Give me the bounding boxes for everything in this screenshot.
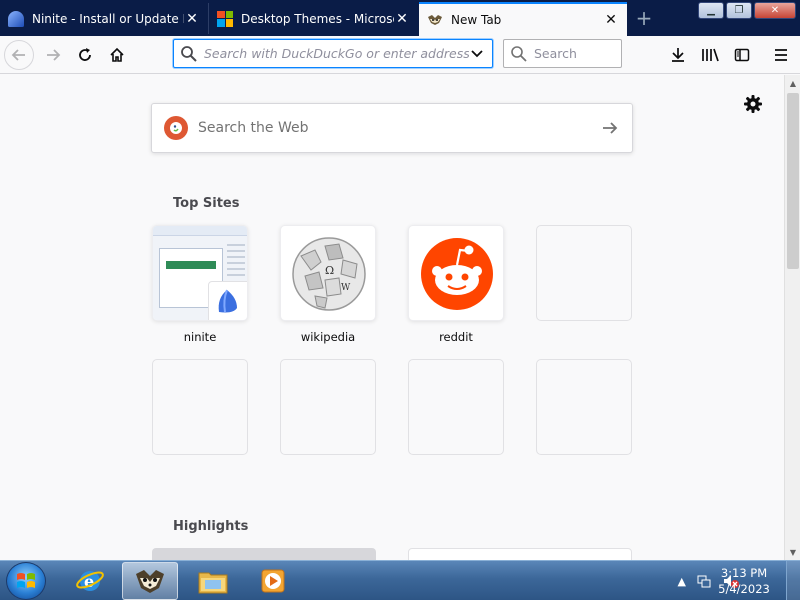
ninite-icon [208,281,247,320]
show-hidden-icons-icon[interactable]: ▲ [678,575,686,588]
gear-icon[interactable] [742,93,764,115]
search-bar[interactable] [503,39,622,68]
top-sites-heading: Top Sites [173,196,240,211]
minimize-button[interactable]: ▁ [698,2,724,19]
windows-logo-icon [17,573,35,588]
taskbar-windows-explorer[interactable] [185,562,241,600]
tab-title: Desktop Themes - Microsoft [241,11,394,26]
back-button[interactable] [4,40,34,70]
home-button[interactable] [102,40,132,70]
chevron-down-icon[interactable] [469,49,486,58]
tab-new-tab[interactable]: New Tab ✕ [419,2,627,36]
window-controls: ▁ ❐ ✕ [698,2,796,19]
duckduckgo-logo-icon [164,116,188,140]
taskbar-media-player[interactable] [245,562,301,600]
scroll-down-arrow-icon[interactable]: ▼ [785,544,800,560]
reload-icon [79,48,91,61]
top-site-tile-wikipedia[interactable]: Ω W [280,225,376,321]
highlight-card[interactable] [408,548,632,560]
top-site-label: reddit [439,330,473,344]
wikipedia-globe-icon: Ω W [292,237,366,311]
scrollbar-thumb[interactable] [787,93,799,269]
windows-explorer-icon [198,572,228,594]
top-site-tile-ninite[interactable] [152,225,248,321]
start-button[interactable] [6,562,46,600]
empty-top-site-slot[interactable] [152,359,248,455]
close-icon[interactable]: ✕ [603,12,619,28]
highlights-heading: Highlights [173,519,249,534]
forward-button[interactable] [38,40,68,70]
download-icon [672,48,684,62]
tab-title: New Tab [451,13,502,27]
svg-text:W: W [341,283,351,293]
downloads-button[interactable] [663,40,693,70]
empty-top-site-slot[interactable] [408,359,504,455]
top-site-tile-reddit[interactable] [408,225,504,321]
reddit-logo-icon [421,238,493,310]
scroll-up-arrow-icon[interactable]: ▲ [785,75,800,91]
sidebar-icon [734,48,750,62]
address-input[interactable] [204,46,469,61]
microsoft-logo-icon [217,10,233,27]
new-tab-button[interactable]: + [632,6,656,30]
reload-button[interactable] [70,40,100,70]
internet-explorer-icon: e [76,571,104,591]
search-icon [181,45,197,62]
top-site-label: wikipedia [300,330,356,344]
clock-time: 3:13 PM [720,566,768,580]
sidebars-button[interactable] [727,40,757,70]
empty-top-site-slot[interactable] [536,225,632,321]
window-close-button[interactable]: ✕ [754,2,796,19]
tab-strip: Ninite - Install or Update Mu ✕ Desktop … [0,0,800,36]
library-button[interactable] [695,40,725,70]
hamburger-menu-icon [775,49,787,61]
show-desktop-button[interactable] [786,561,800,600]
tab-desktop-themes[interactable]: Desktop Themes - Microsoft ✕ [208,3,418,34]
web-search-input[interactable] [198,120,600,136]
new-tab-page: Top Sites ninite Ω W wikipedia [0,75,784,560]
windows-taskbar: e ▲ 3:13 PM 5/4/2023 [0,560,800,600]
firefox-raccoon-icon [428,15,442,25]
empty-top-site-slot[interactable] [280,359,376,455]
arrow-left-icon [11,49,25,61]
highlight-card[interactable] [152,548,376,560]
empty-top-site-slot[interactable] [536,359,632,455]
clock-date: 5/4/2023 [718,582,770,596]
close-icon[interactable]: ✕ [394,11,410,27]
top-site-label: ninite [183,330,217,344]
search-input[interactable] [534,46,615,61]
network-icon[interactable] [696,573,712,589]
close-icon[interactable]: ✕ [184,11,200,27]
search-icon [511,45,527,62]
arrow-right-icon[interactable] [600,118,620,138]
navigation-toolbar [0,36,800,74]
vertical-scrollbar[interactable]: ▲ ▼ [784,75,800,560]
taskbar-internet-explorer[interactable]: e [62,562,118,600]
tab-title: Ninite - Install or Update Mu [32,11,184,26]
restore-button[interactable]: ❐ [726,2,752,19]
svg-text:Ω: Ω [325,264,334,277]
home-icon [110,47,124,62]
ninite-icon [8,10,24,27]
library-icon [702,48,719,62]
open-menu-button[interactable] [766,40,796,70]
web-search-box[interactable] [151,103,633,153]
media-player-icon [261,569,285,593]
taskbar-firefox[interactable] [122,562,178,600]
tab-ninite[interactable]: Ninite - Install or Update Mu ✕ [0,3,208,34]
arrow-right-icon [47,49,61,61]
firefox-icon [136,570,164,593]
system-clock[interactable]: 3:13 PM 5/4/2023 [714,565,774,597]
address-bar[interactable] [173,39,493,68]
